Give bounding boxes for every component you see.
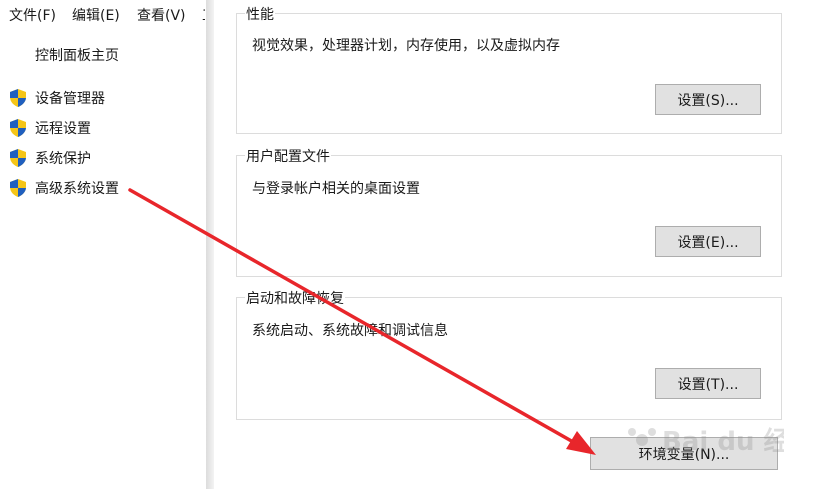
menu-view[interactable]: 查看(V)	[137, 5, 186, 25]
sidebar-item-system-protection[interactable]: 系统保护	[8, 147, 91, 169]
startup-recovery-group: 启动和故障恢复 系统启动、系统故障和调试信息 设置(T)...	[236, 288, 782, 420]
watermark-text: Bai du 经验	[662, 426, 784, 457]
sidebar-item-label: 高级系统设置	[35, 181, 119, 197]
menu-edit[interactable]: 编辑(E)	[72, 5, 120, 25]
sidebar: 控制面板主页 设备管理器 远程设置 系统保护 高级系统设置	[0, 26, 205, 489]
sidebar-item-remote-settings[interactable]: 远程设置	[8, 117, 91, 139]
sidebar-item-label: 远程设置	[35, 121, 91, 137]
baidu-watermark: Bai du 经验	[628, 426, 784, 457]
startup-recovery-description: 系统启动、系统故障和调试信息	[252, 323, 448, 339]
control-panel-home-link[interactable]: 控制面板主页	[35, 45, 119, 65]
user-profiles-settings-button[interactable]: 设置(E)...	[655, 226, 761, 257]
uac-shield-icon	[10, 149, 26, 167]
startup-recovery-group-title: 启动和故障恢复	[245, 288, 345, 308]
dialog-shadow	[206, 0, 214, 489]
menu-bar: 文件(F) 编辑(E) 查看(V) 工	[0, 0, 205, 26]
sidebar-item-advanced-system-settings[interactable]: 高级系统设置	[8, 177, 119, 199]
menu-file[interactable]: 文件(F)	[9, 5, 56, 25]
startup-recovery-settings-button[interactable]: 设置(T)...	[655, 368, 761, 399]
menu-tools[interactable]: 工	[202, 5, 205, 25]
user-profiles-group: 用户配置文件 与登录帐户相关的桌面设置 设置(E)...	[236, 146, 782, 277]
sidebar-item-label: 设备管理器	[35, 91, 105, 107]
uac-shield-icon	[10, 119, 26, 137]
uac-shield-icon	[10, 179, 26, 197]
user-profiles-description: 与登录帐户相关的桌面设置	[252, 181, 420, 197]
performance-settings-button[interactable]: 设置(S)...	[655, 84, 761, 115]
performance-description: 视觉效果，处理器计划，内存使用，以及虚拟内存	[252, 38, 560, 54]
sidebar-item-label: 系统保护	[35, 151, 91, 167]
uac-shield-icon	[10, 89, 26, 107]
performance-group: 性能 视觉效果，处理器计划，内存使用，以及虚拟内存 设置(S)...	[236, 4, 782, 134]
sidebar-item-device-manager[interactable]: 设备管理器	[8, 87, 105, 109]
user-profiles-group-title: 用户配置文件	[245, 146, 331, 166]
performance-group-title: 性能	[245, 4, 275, 24]
